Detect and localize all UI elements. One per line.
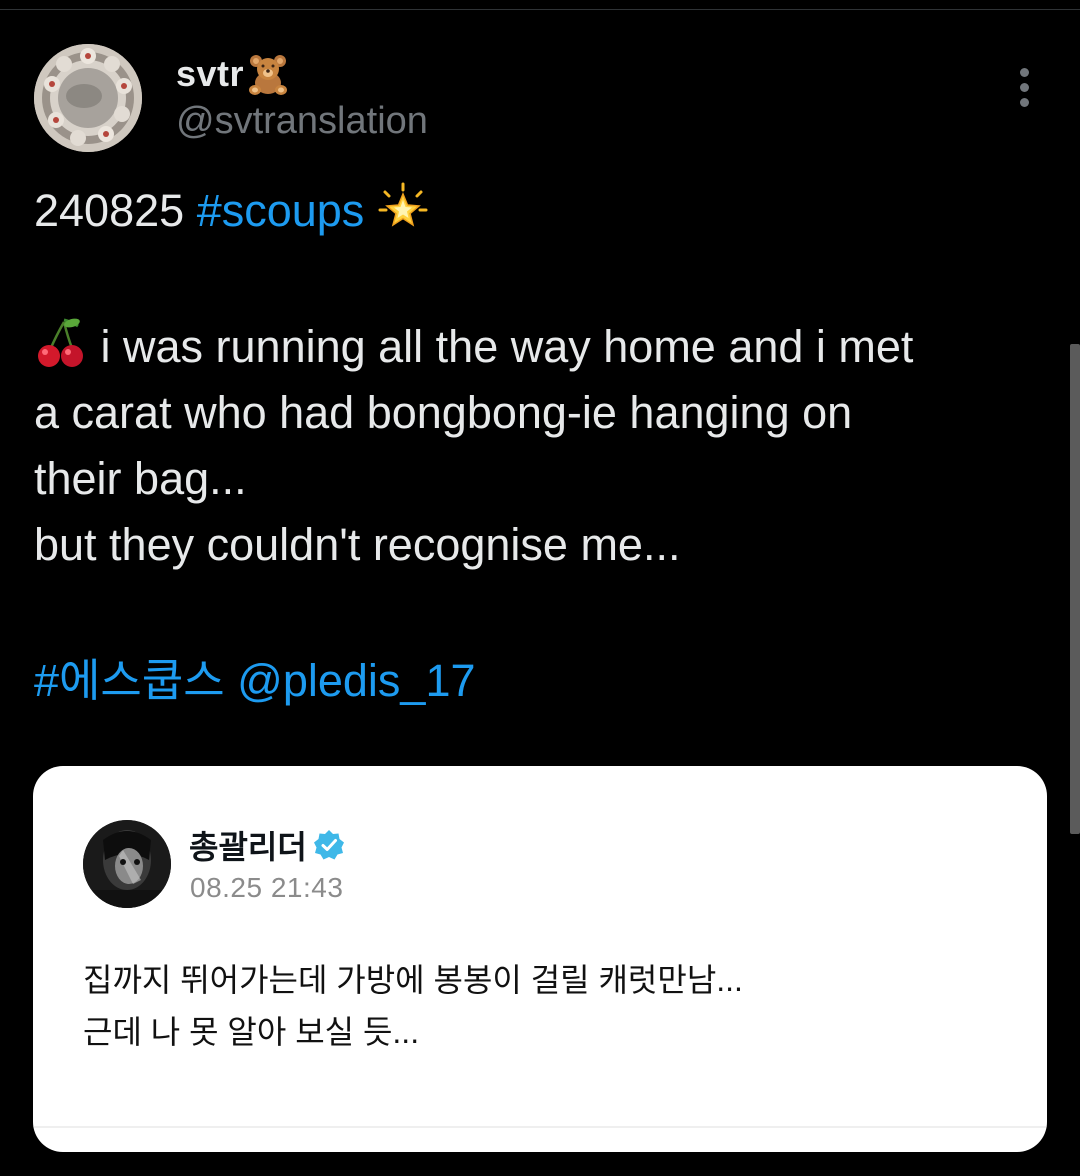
quoted-timestamp: 08.25 21:43: [190, 872, 344, 903]
profile-avatar[interactable]: [34, 44, 142, 152]
tweet-date: 240825: [34, 185, 185, 236]
hashtag-korean[interactable]: #에스쿱스: [34, 655, 225, 706]
scrollbar[interactable]: [1070, 344, 1080, 834]
quoted-line-2: 근데 나 못 알아 보실 듯...: [83, 1014, 420, 1050]
tweet-line-1: i was running all the way home and i met: [88, 321, 914, 372]
glowing-star-icon: [377, 182, 429, 252]
tweet-line-2: a carat who had bongbong-ie hanging on: [34, 387, 853, 438]
display-name-text: svtr: [176, 53, 245, 94]
quoted-author-avatar[interactable]: [83, 820, 171, 908]
quoted-author-name[interactable]: 총괄리더: [189, 822, 345, 868]
tweet-page: svtr @svtranslation 240825 #scoups i was…: [0, 0, 1080, 1176]
quoted-avatar-image: [83, 820, 171, 908]
user-handle[interactable]: @svtranslation: [176, 100, 428, 143]
avatar-image: [34, 44, 142, 152]
hashtag-scoups[interactable]: #scoups: [197, 185, 365, 236]
top-divider: [0, 9, 1080, 10]
quoted-post-card[interactable]: 총괄리더 08.25 21:43 집까지 뛰어가는데 가방에 봉봉이 걸릴 캐럿…: [33, 766, 1047, 1152]
cherries-icon: [34, 316, 88, 388]
mention-pledis[interactable]: @pledis_17: [237, 655, 475, 706]
display-name[interactable]: svtr: [176, 52, 290, 96]
tweet-line-3: their bag...: [34, 453, 247, 504]
more-options-icon[interactable]: [1008, 66, 1042, 110]
tweet-line-4: but they couldn't recognise me...: [34, 519, 681, 570]
quoted-author-name-text: 총괄리더: [189, 829, 307, 865]
quoted-body: 집까지 뛰어가는데 가방에 봉봉이 걸릴 캐럿만남... 근데 나 못 알아 보…: [83, 954, 743, 1058]
quoted-card-divider: [33, 1126, 1047, 1128]
tweet-body: 240825 #scoups i was running all the way…: [34, 178, 1044, 714]
teddy-bear-icon: [246, 52, 290, 96]
quoted-line-1: 집까지 뛰어가는데 가방에 봉봉이 걸릴 캐럿만남...: [83, 962, 743, 998]
verified-badge-icon: [313, 829, 345, 861]
